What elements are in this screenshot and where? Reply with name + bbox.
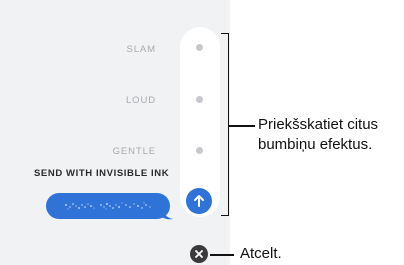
effects-callout-line1: Priekšskatiet citus: [258, 116, 379, 133]
send-button[interactable]: [186, 188, 212, 214]
effect-option-gentle[interactable]: GENTLE: [113, 146, 156, 157]
invisible-ink-sparkles: [65, 202, 151, 210]
effect-option-slam[interactable]: SLAM: [127, 44, 156, 55]
message-bubble-tail: [161, 206, 173, 220]
cancel-callout-line: [210, 254, 234, 256]
cancel-button[interactable]: [190, 245, 208, 263]
effects-callout-text: Priekšskatiet citus bumbiņu efektus.: [258, 115, 378, 155]
close-icon: [195, 250, 203, 258]
cancel-callout-text: Atcelt.: [240, 245, 282, 262]
invisible-ink-option[interactable]: SEND WITH INVISIBLE INK: [34, 168, 169, 179]
effect-radio-gentle[interactable]: [196, 147, 203, 154]
message-bubble: [46, 193, 170, 219]
effect-radio-loud[interactable]: [196, 96, 203, 103]
effects-callout-line2: bumbiņu efektus.: [258, 136, 373, 153]
effect-option-loud[interactable]: LOUD: [126, 95, 156, 106]
effect-radio-slam[interactable]: [196, 44, 203, 51]
effects-callout-line: [229, 125, 255, 127]
arrow-up-icon: [194, 195, 204, 207]
effects-callout-bracket: [221, 33, 229, 216]
